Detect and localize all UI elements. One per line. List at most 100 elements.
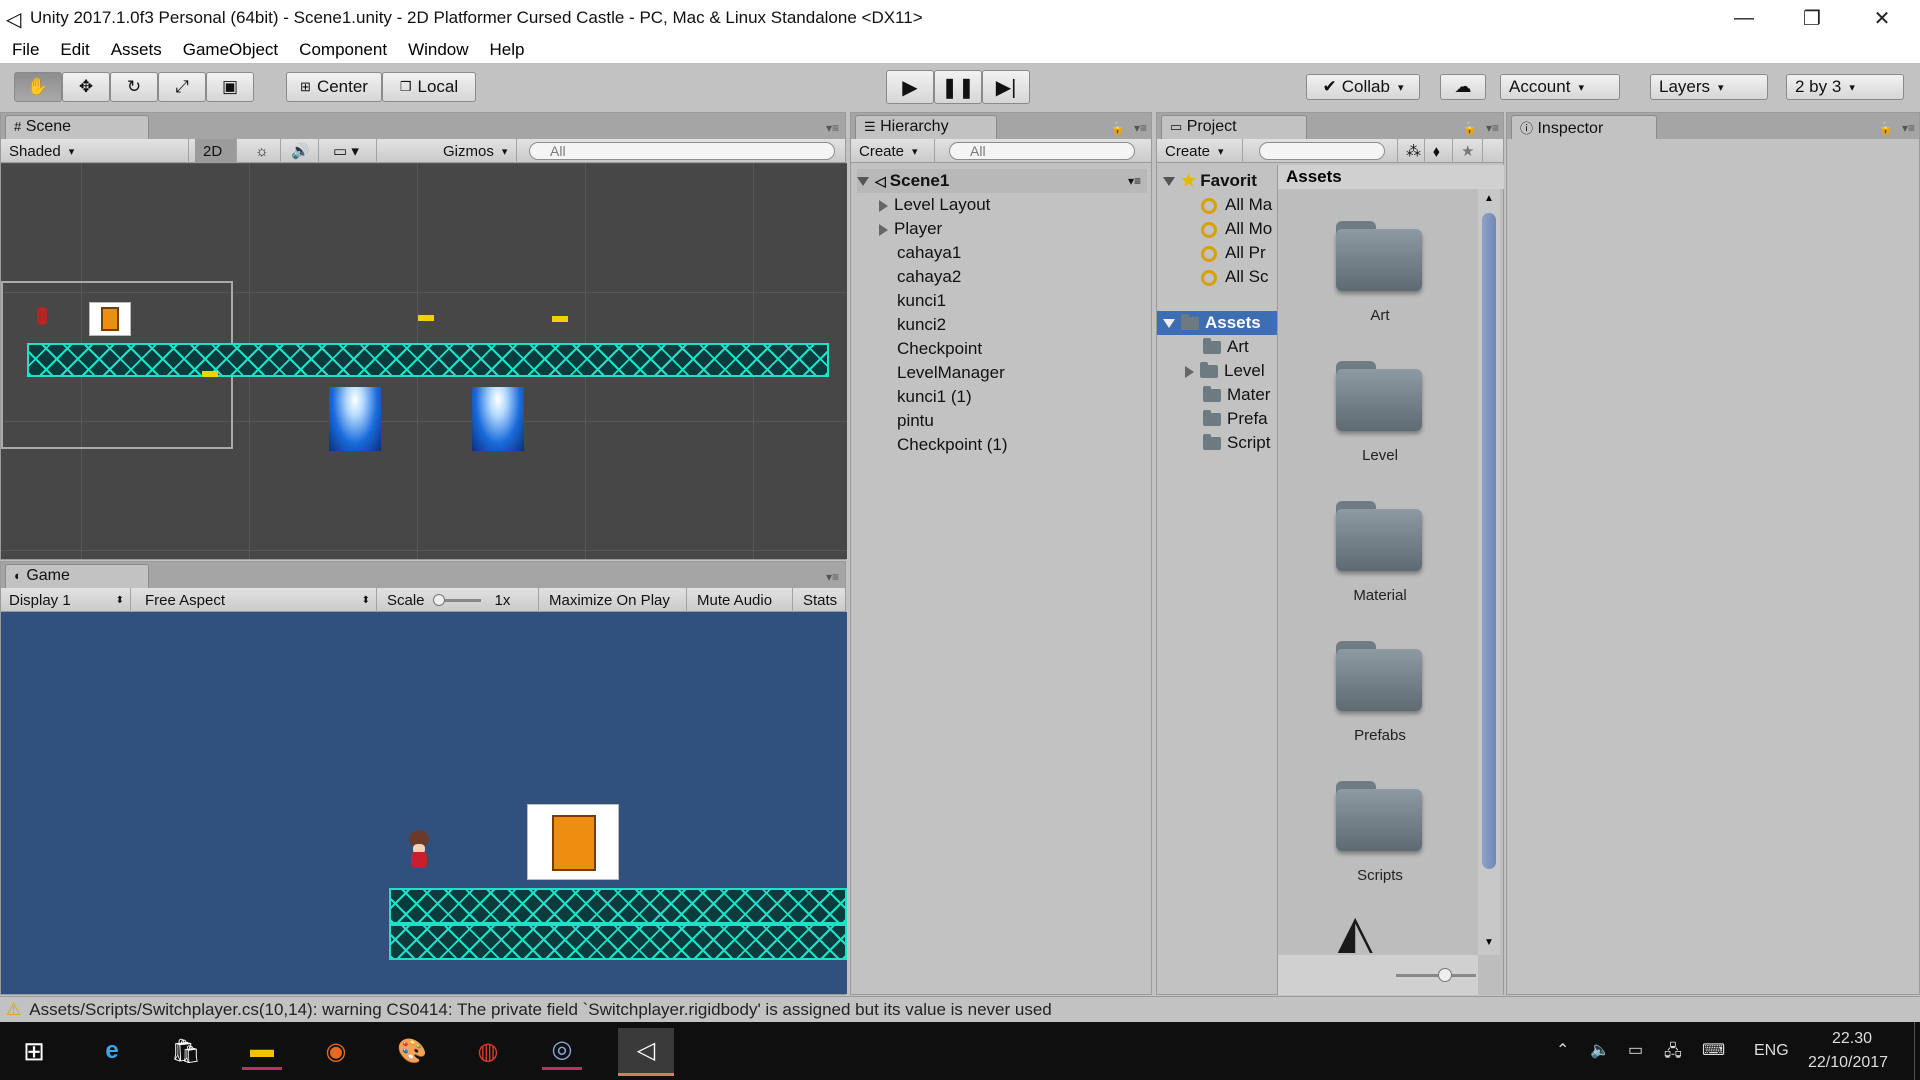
favorite-item[interactable]: All Ma [1201, 193, 1272, 217]
filter-type-button[interactable]: ⁂ [1397, 139, 1425, 163]
firefox-icon[interactable]: ◉ [316, 1032, 356, 1070]
stats-toggle[interactable]: Stats [795, 588, 847, 612]
scroll-up-arrow-icon[interactable]: ▲ [1484, 193, 1494, 204]
expand-arrow-icon[interactable] [1163, 177, 1175, 187]
hierarchy-item[interactable]: LevelManager [897, 361, 1005, 385]
minimize-button[interactable]: — [1710, 0, 1778, 36]
aspect-dropdown[interactable]: Free Aspect ⬍ [137, 588, 377, 612]
asset-folder-scripts[interactable] [1336, 781, 1422, 853]
favorite-item[interactable]: All Sc [1201, 265, 1268, 289]
cloud-button[interactable]: ☁ [1440, 74, 1486, 100]
scroll-thumb[interactable] [1482, 213, 1496, 869]
scroll-down-arrow-icon[interactable]: ▼ [1484, 937, 1494, 948]
scene-menu-icon[interactable]: ▾≡ [1128, 169, 1141, 193]
favorites-row[interactable]: ★ Favorit [1163, 169, 1257, 193]
internet-explorer-icon[interactable]: e [92, 1032, 132, 1070]
pause-button[interactable]: ❚❚ [934, 70, 982, 104]
panel-menu-icon[interactable]: ▾≡ [1134, 121, 1147, 135]
favorite-star-button[interactable]: ★ [1453, 139, 1483, 163]
slider-thumb[interactable] [1438, 968, 1452, 982]
favorite-item[interactable]: All Pr [1201, 241, 1266, 265]
tab-project[interactable]: ▭ Project [1161, 115, 1307, 139]
collapse-arrow-icon[interactable] [879, 199, 888, 212]
hierarchy-item[interactable]: kunci1 [897, 289, 946, 313]
collab-dropdown[interactable]: ✔ Collab [1306, 74, 1420, 100]
effects-dropdown[interactable]: ▭ ▾ [325, 139, 377, 163]
lock-icon[interactable]: 🔒 [1110, 121, 1125, 135]
asset-folder-art[interactable] [1336, 221, 1422, 293]
icon-size-slider[interactable] [1278, 955, 1478, 995]
hierarchy-item[interactable]: cahaya1 [897, 241, 961, 265]
hierarchy-item[interactable]: Checkpoint [897, 337, 982, 361]
asset-folder-level[interactable] [1336, 361, 1422, 433]
menu-gameobject[interactable]: GameObject [183, 40, 278, 60]
asset-folder-prefabs[interactable] [1336, 641, 1422, 713]
hierarchy-create-dropdown[interactable]: Create [851, 139, 935, 163]
tree-folder[interactable]: Level [1185, 359, 1265, 383]
clock-time[interactable]: 22.30 [1832, 1030, 1872, 1048]
panel-menu-icon[interactable]: ▾≡ [1486, 121, 1499, 135]
step-button[interactable]: ▶| [982, 70, 1030, 104]
tab-scene[interactable]: # Scene [5, 115, 149, 139]
menu-edit[interactable]: Edit [60, 40, 89, 60]
collapse-arrow-icon[interactable] [879, 223, 888, 236]
hierarchy-item[interactable]: cahaya2 [897, 265, 961, 289]
assets-root-row[interactable]: Assets [1157, 311, 1277, 335]
volume-icon[interactable]: 🔈 [1590, 1040, 1610, 1060]
gizmos-dropdown[interactable]: Gizmos [435, 139, 517, 163]
expand-arrow-icon[interactable] [857, 177, 869, 187]
tree-folder[interactable]: Art [1203, 335, 1249, 359]
scene-search-input[interactable]: All [529, 142, 835, 160]
rect-tool-button[interactable]: ▣ [206, 72, 254, 102]
scale-tool-button[interactable]: ⤢ [158, 72, 206, 102]
network-app-icon[interactable]: ◎ [542, 1032, 582, 1070]
panel-menu-icon[interactable]: ▾≡ [1902, 121, 1915, 135]
show-desktop-button[interactable] [1914, 1022, 1920, 1080]
hierarchy-item[interactable]: kunci1 (1) [897, 385, 972, 409]
scene-root-row[interactable]: ◁ Scene1 ▾≡ [857, 169, 1147, 193]
tab-inspector[interactable]: ⓘ Inspector [1511, 115, 1657, 139]
account-dropdown[interactable]: Account [1500, 74, 1620, 100]
close-button[interactable]: ✕ [1848, 0, 1916, 36]
favorite-item[interactable]: All Mo [1201, 217, 1272, 241]
scale-thumb[interactable] [432, 593, 445, 606]
layout-dropdown[interactable]: 2 by 3 [1786, 74, 1904, 100]
console-status-bar[interactable]: ⚠ Assets/Scripts/Switchplayer.cs(10,14): … [0, 996, 1920, 1022]
hand-tool-button[interactable]: ✋ [14, 72, 62, 102]
tab-game[interactable]: ◐ Game [5, 564, 149, 588]
menu-assets[interactable]: Assets [111, 40, 162, 60]
play-button[interactable]: ▶ [886, 70, 934, 104]
hierarchy-item[interactable]: Level Layout [879, 193, 990, 217]
clock-date[interactable]: 22/10/2017 [1808, 1054, 1888, 1072]
audio-toggle[interactable]: 🔊 [283, 139, 319, 163]
scene-view[interactable] [1, 163, 847, 559]
chrome-icon[interactable]: ◍ [468, 1032, 508, 1070]
maximize-on-play-toggle[interactable]: Maximize On Play [541, 588, 687, 612]
pivot-center-toggle[interactable]: ⊞ Center [286, 72, 382, 102]
unity-app-icon[interactable]: ◁ [618, 1028, 674, 1076]
lock-icon[interactable]: 🔒 [1878, 121, 1893, 135]
expand-arrow-icon[interactable] [1163, 319, 1175, 329]
hierarchy-item[interactable]: Player [879, 217, 942, 241]
asset-folder-material[interactable] [1336, 501, 1422, 573]
file-explorer-icon[interactable]: ▬ [242, 1032, 282, 1070]
maximize-button[interactable]: ❐ [1778, 0, 1846, 36]
battery-icon[interactable]: ▭ [1628, 1040, 1643, 1060]
paint-icon[interactable]: 🎨 [392, 1032, 432, 1070]
filter-label-button[interactable]: ⬧ [1425, 139, 1453, 163]
game-view[interactable] [1, 612, 847, 994]
hierarchy-item[interactable]: Checkpoint (1) [897, 433, 1008, 457]
panel-menu-icon[interactable]: ▾≡ [826, 121, 839, 135]
unity-scene-asset-icon[interactable]: ◭ [1336, 913, 1374, 953]
tray-chevron-icon[interactable]: ⌃ [1556, 1040, 1569, 1060]
hierarchy-search-input[interactable]: All [949, 142, 1135, 160]
move-tool-button[interactable]: ✥ [62, 72, 110, 102]
project-search-input[interactable] [1259, 142, 1385, 160]
store-icon[interactable]: 🛍 [166, 1032, 206, 1070]
panel-menu-icon[interactable]: ▾≡ [826, 570, 839, 584]
mute-audio-toggle[interactable]: Mute Audio [689, 588, 793, 612]
menu-window[interactable]: Window [408, 40, 468, 60]
network-icon[interactable]: 🖧 [1664, 1040, 1682, 1067]
scale-slider[interactable]: Scale 1x [379, 588, 539, 612]
windows-start-icon[interactable]: ⊞ [14, 1032, 54, 1070]
